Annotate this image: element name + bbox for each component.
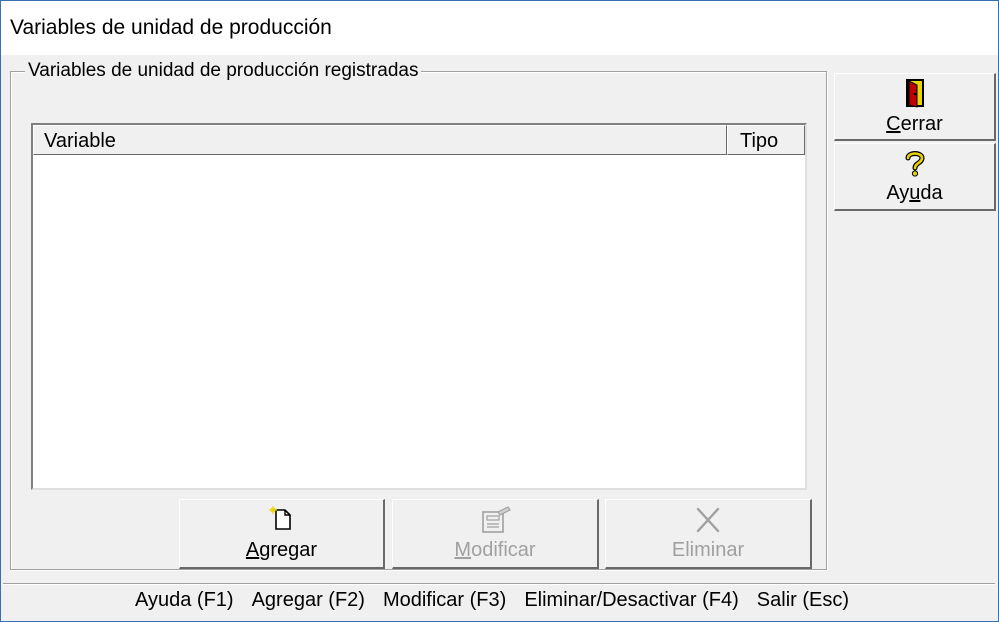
- modificar-label: Modificar: [454, 539, 536, 561]
- title-bar: Variables de unidad de producción: [1, 1, 998, 55]
- cerrar-label: Cerrar: [886, 113, 943, 135]
- registered-variables-group: Variables de unidad de producción regist…: [10, 60, 827, 570]
- window-title: Variables de unidad de producción: [10, 16, 332, 39]
- agregar-label: Agregar: [245, 539, 318, 561]
- dialog-window: Variables de unidad de producción Variab…: [0, 0, 999, 622]
- delete-x-icon: [694, 506, 722, 540]
- shortcut-ayuda[interactable]: Ayuda (F1): [135, 589, 234, 612]
- shortcut-agregar[interactable]: Agregar (F2): [252, 589, 365, 612]
- list-header: Variable Tipo: [33, 125, 805, 157]
- ayuda-button[interactable]: Ayuda: [834, 143, 996, 211]
- shortcut-salir[interactable]: Salir (Esc): [757, 589, 849, 612]
- cerrar-button[interactable]: Cerrar: [834, 73, 996, 141]
- agregar-button[interactable]: Agregar: [179, 499, 385, 569]
- ayuda-label: Ayuda: [886, 182, 943, 204]
- shortcut-modificar[interactable]: Modificar (F3): [383, 589, 506, 612]
- help-question-icon: [904, 149, 926, 183]
- modificar-button[interactable]: Modificar: [392, 499, 599, 569]
- shortcut-list: Ayuda (F1) Agregar (F2) Modificar (F3) E…: [135, 589, 849, 612]
- new-document-icon: [268, 506, 295, 538]
- eliminar-button[interactable]: Eliminar: [605, 499, 812, 569]
- dialog-client-area: Variables de unidad de producción regist…: [1, 55, 998, 621]
- eliminar-label: Eliminar: [671, 539, 745, 561]
- exit-door-icon: [902, 77, 928, 115]
- edit-document-icon: [478, 506, 512, 540]
- column-header-variable[interactable]: Variable: [33, 125, 727, 155]
- shortcut-status-bar: Ayuda (F1) Agregar (F2) Modificar (F3) E…: [3, 583, 995, 618]
- shortcut-eliminar-desactivar[interactable]: Eliminar/Desactivar (F4): [524, 589, 738, 612]
- column-header-tipo[interactable]: Tipo: [727, 125, 805, 155]
- variables-list[interactable]: Variable Tipo: [31, 123, 807, 490]
- group-label: Variables de unidad de producción regist…: [25, 60, 422, 82]
